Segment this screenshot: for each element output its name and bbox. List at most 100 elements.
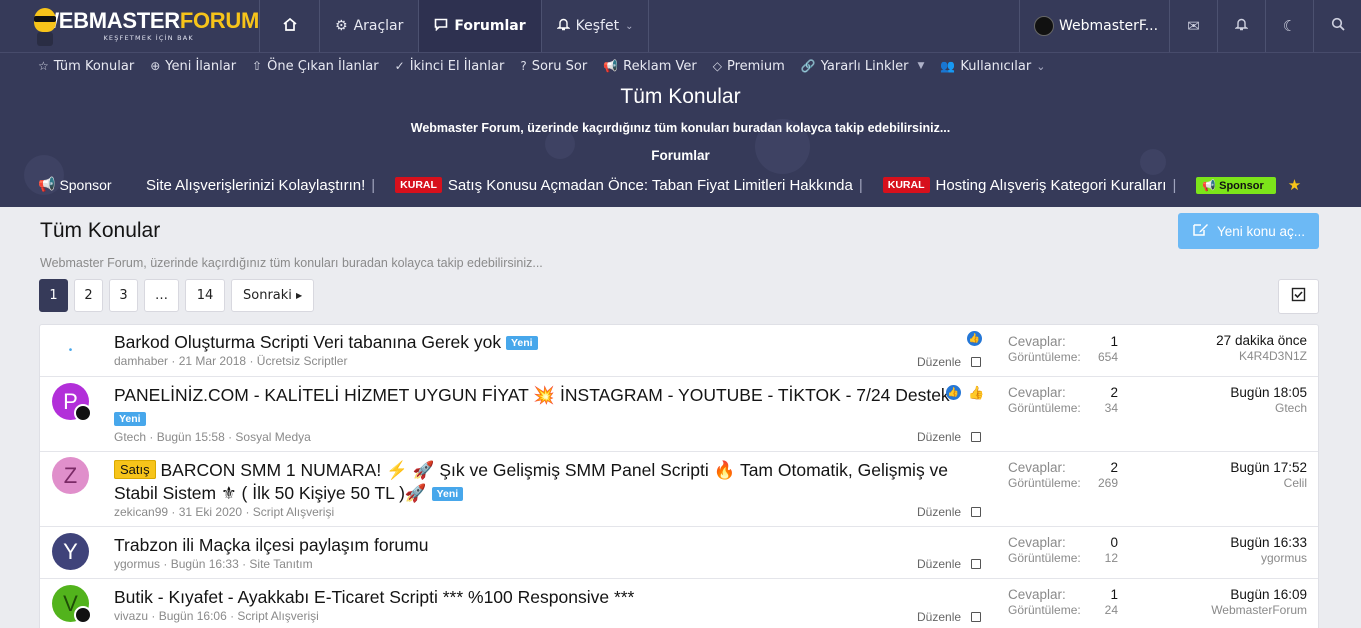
last-post-user[interactable]: Gtech bbox=[1230, 401, 1307, 415]
nav-tab-kesfet[interactable]: Keşfet ⌄ bbox=[542, 0, 650, 52]
thread-select-checkbox[interactable] bbox=[971, 559, 982, 569]
edit-link[interactable]: Düzenle bbox=[917, 610, 961, 624]
page-button[interactable]: 3 bbox=[109, 279, 138, 312]
last-post-user[interactable]: ygormus bbox=[1230, 551, 1307, 565]
last-post-time[interactable]: 27 dakika önce bbox=[1216, 333, 1307, 348]
thread-author[interactable]: zekican99 bbox=[114, 505, 168, 519]
thread-title[interactable]: Trabzon ili Maçka ilçesi paylaşım forumu bbox=[114, 534, 428, 557]
edit-link[interactable]: Düzenle bbox=[917, 505, 961, 519]
search-icon bbox=[1331, 17, 1345, 35]
thread-title[interactable]: PANELİNİZ.COM - KALİTELİ HİZMET UYGUN Fİ… bbox=[114, 384, 950, 431]
subnav-label: Yeni İlanlar bbox=[165, 58, 237, 74]
new-badge: Yeni bbox=[114, 412, 146, 426]
thread-title-text: PANELİNİZ.COM - KALİTELİ HİZMET UYGUN Fİ… bbox=[114, 385, 950, 405]
last-post-time[interactable]: Bugün 17:52 bbox=[1230, 460, 1307, 475]
thread-row[interactable]: • Barkod Oluşturma Scripti Veri tabanına… bbox=[40, 325, 1318, 377]
gears-icon: ⚙ bbox=[335, 18, 348, 34]
thread-select-checkbox[interactable] bbox=[971, 612, 982, 622]
views-count: 269 bbox=[1097, 476, 1118, 490]
arrow-up-circle-icon: ⇧ bbox=[252, 59, 263, 73]
ticker-link[interactable]: Satış Konusu Açmadan Önce: Taban Fiyat L… bbox=[448, 177, 853, 194]
thread-select-checkbox[interactable] bbox=[971, 357, 982, 367]
thread-author[interactable]: ygormus bbox=[114, 557, 160, 571]
subnav-item-one-cikan-ilanlar[interactable]: ⇧ Öne Çıkan İlanlar bbox=[252, 59, 379, 74]
last-post-time[interactable]: Bugün 16:33 bbox=[1230, 535, 1307, 550]
thread-avatar[interactable]: Y bbox=[52, 533, 89, 570]
subnav-label: Yararlı Linkler bbox=[820, 58, 909, 74]
like-icon[interactable]: 👍 bbox=[968, 385, 984, 401]
thread-row[interactable]: Y Trabzon ili Maçka ilçesi paylaşım foru… bbox=[40, 527, 1318, 579]
thread-row[interactable]: Z Satış BARCON SMM 1 NUMARA! ⚡ 🚀 Şık ve … bbox=[40, 452, 1318, 527]
subnav-item-reklam-ver[interactable]: 📢 Reklam Ver bbox=[603, 59, 697, 74]
subnav-item-tum-konular[interactable]: ☆ Tüm Konular bbox=[38, 59, 134, 74]
thread-row[interactable]: V Butik - Kıyafet - Ayakkabı E-Ticaret S… bbox=[40, 579, 1318, 628]
thread-meta: ygormus · Bugün 16:33 · Site Tanıtım bbox=[114, 557, 313, 571]
select-threads-button[interactable] bbox=[1278, 279, 1319, 314]
views-label: Görüntüleme: bbox=[1008, 603, 1081, 617]
ticker-link[interactable]: Hosting Alışveriş Kategori Kuralları bbox=[936, 177, 1167, 194]
subnav-item-yeni-ilanlar[interactable]: ⊕ Yeni İlanlar bbox=[150, 59, 236, 74]
nav-tab-araclar[interactable]: ⚙ Araçlar bbox=[320, 0, 420, 52]
last-post-user[interactable]: WebmasterForum bbox=[1211, 603, 1307, 617]
site-logo[interactable]: WEBMASTERFORUM KEŞFETMEK İÇİN BAK bbox=[0, 0, 260, 52]
edit-link[interactable]: Düzenle bbox=[917, 430, 961, 444]
subnav-label: Öne Çıkan İlanlar bbox=[267, 58, 379, 74]
thread-row[interactable]: P PANELİNİZ.COM - KALİTELİ HİZMET UYGUN … bbox=[40, 377, 1318, 452]
thread-author[interactable]: damhaber bbox=[114, 354, 168, 368]
thread-title[interactable]: Barkod Oluşturma Scripti Veri tabanına G… bbox=[114, 331, 538, 355]
page-button[interactable]: 14 bbox=[185, 279, 225, 312]
search-button[interactable] bbox=[1313, 0, 1361, 52]
subnav-item-soru-sor[interactable]: ? Soru Sor bbox=[520, 59, 587, 74]
thread-meta: Gtech · Bugün 15:58 · Sosyal Medya bbox=[114, 430, 311, 444]
thread-category[interactable]: Script Alışverişi bbox=[237, 609, 318, 623]
thread-date: Bugün 16:33 bbox=[170, 557, 239, 571]
subnav-item-premium[interactable]: ◇ Premium bbox=[713, 59, 785, 74]
user-account-menu[interactable]: WebmasterF... bbox=[1019, 0, 1169, 52]
page-button[interactable]: 2 bbox=[74, 279, 103, 312]
thread-author[interactable]: Gtech bbox=[114, 430, 146, 444]
views-count: 34 bbox=[1104, 401, 1118, 415]
breadcrumb[interactable]: Forumlar bbox=[0, 148, 1361, 163]
last-post-time[interactable]: Bugün 16:09 bbox=[1211, 587, 1307, 602]
thread-avatar[interactable]: Z bbox=[52, 457, 89, 494]
thread-select-checkbox[interactable] bbox=[971, 432, 982, 442]
new-thread-button[interactable]: Yeni konu aç... bbox=[1178, 213, 1319, 249]
thread-reactions: 👍 👍 bbox=[946, 385, 984, 401]
thread-title[interactable]: Butik - Kıyafet - Ayakkabı E-Ticaret Scr… bbox=[114, 586, 634, 609]
sponsor-badge[interactable]: 📢 Sponsor bbox=[1196, 176, 1276, 194]
nav-tab-forumlar[interactable]: Forumlar bbox=[419, 0, 542, 52]
edit-link[interactable]: Düzenle bbox=[917, 557, 961, 571]
ticker-link[interactable]: Site Alışverişlerinizi Kolaylaştırın! bbox=[146, 177, 365, 194]
thread-category[interactable]: Sosyal Medya bbox=[235, 430, 310, 444]
inbox-button[interactable]: ✉ bbox=[1169, 0, 1217, 52]
page-button[interactable]: 1 bbox=[39, 279, 68, 312]
thread-category[interactable]: Script Alışverişi bbox=[253, 505, 334, 519]
thread-avatar[interactable]: • bbox=[52, 332, 89, 369]
thread-category[interactable]: Ücretsiz Scriptler bbox=[257, 354, 348, 368]
subnav-item-ikinci-el-ilanlar[interactable]: ✓ İkinci El İlanlar bbox=[395, 59, 505, 74]
edit-link[interactable]: Düzenle bbox=[917, 355, 961, 369]
thread-category[interactable]: Site Tanıtım bbox=[249, 557, 312, 571]
subnav-item-yararli-linkler[interactable]: 🔗 Yararlı Linkler ▼ bbox=[801, 59, 925, 74]
thread-select-checkbox[interactable] bbox=[971, 507, 982, 517]
ticker-items: Site Alışverişlerinizi Kolaylaştırın! | … bbox=[146, 176, 1301, 194]
sponsor-badge-text: Sponsor bbox=[1219, 179, 1264, 192]
thread-title[interactable]: Satış BARCON SMM 1 NUMARA! ⚡ 🚀 Şık ve Ge… bbox=[114, 458, 974, 506]
bell-icon bbox=[555, 17, 571, 35]
subnav-item-kullanicilar[interactable]: 👥 Kullanıcılar ⌄ bbox=[940, 59, 1045, 74]
thread-last-post: Bugün 18:05 Gtech bbox=[1230, 385, 1307, 415]
last-post-user[interactable]: Celil bbox=[1230, 476, 1307, 490]
alerts-button[interactable] bbox=[1217, 0, 1265, 52]
theme-toggle-button[interactable]: ☾ bbox=[1265, 0, 1313, 52]
thread-last-post: 27 dakika önce K4R4D3N1Z bbox=[1216, 333, 1307, 363]
subnav-label: Tüm Konular bbox=[53, 58, 135, 74]
chevron-down-icon: ⌄ bbox=[625, 20, 634, 32]
thread-stats: Cevaplar: 2 Görüntüleme: 34 bbox=[1008, 385, 1118, 415]
next-page-button[interactable]: Sonraki ▶ bbox=[231, 279, 315, 312]
page-jump-button[interactable]: … bbox=[144, 279, 179, 312]
prefix-satis-badge[interactable]: Satış bbox=[114, 460, 156, 479]
last-post-user[interactable]: K4R4D3N1Z bbox=[1216, 349, 1307, 363]
nav-home-button[interactable] bbox=[260, 0, 320, 52]
thread-author[interactable]: vivazu bbox=[114, 609, 148, 623]
last-post-time[interactable]: Bugün 18:05 bbox=[1230, 385, 1307, 400]
